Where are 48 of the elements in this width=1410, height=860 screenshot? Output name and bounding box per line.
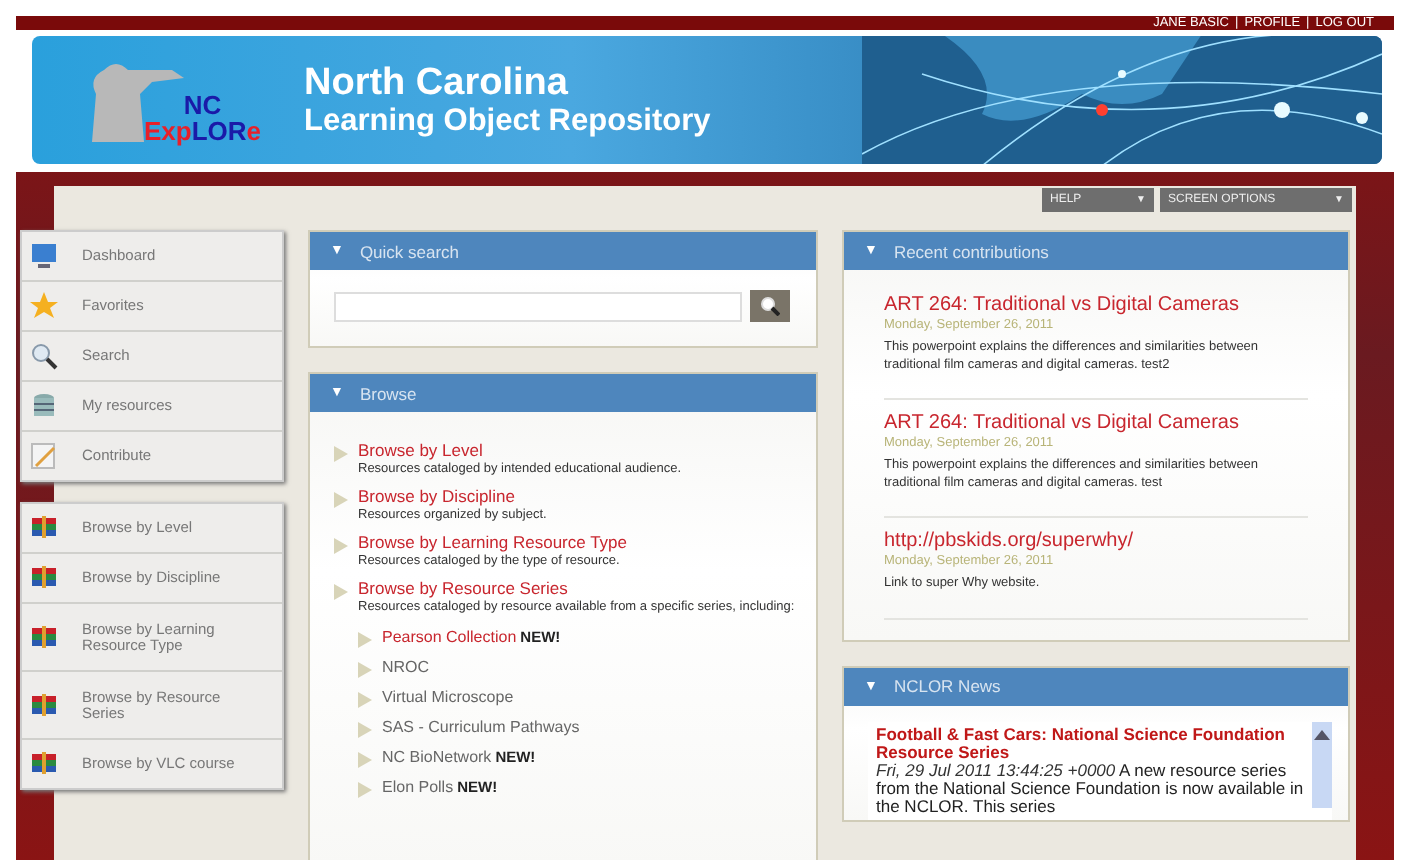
banner-title: North Carolina: [304, 61, 570, 103]
books-icon: [30, 750, 58, 778]
triangle-bullet-icon: [358, 691, 372, 707]
panel-title: NCLOR News: [893, 676, 1001, 696]
books-icon: [30, 514, 58, 542]
search-button[interactable]: [750, 290, 790, 322]
browse-link[interactable]: Browse by Learning Resource Type: [358, 532, 628, 554]
scroll-up-icon: [1314, 727, 1330, 739]
contribution-link[interactable]: http://pbskids.org/superwhy/: [884, 530, 1308, 554]
panel-title: Recent contributions: [893, 241, 1049, 261]
triangle-bullet-icon: [358, 631, 372, 647]
news-link[interactable]: Football & Fast Cars: National Science Foundation Resource Series: [876, 725, 1304, 761]
browse-link[interactable]: Browse by Resource Series: [358, 578, 795, 600]
logo-text: ExpLORe: [144, 118, 262, 144]
series-name: SAS - Curriculum Pathways: [382, 717, 580, 735]
search-icon: [30, 342, 58, 370]
scrollbar[interactable]: [1312, 721, 1332, 807]
books-icon: [30, 623, 58, 651]
series-name: Virtual Microscope: [382, 687, 514, 705]
triangle-bullet-icon: [334, 446, 348, 462]
series-name: Elon Polls: [382, 777, 454, 795]
pencil-icon: [30, 442, 58, 470]
triangle-bullet-icon: [334, 538, 348, 554]
star-icon: [30, 292, 58, 320]
contribution-link[interactable]: ART 264: Traditional vs Digital Cameras: [884, 294, 1308, 318]
books-icon: [30, 691, 58, 719]
triangle-bullet-icon: [358, 661, 372, 677]
search-field[interactable]: [334, 291, 742, 321]
banner-subtitle: Learning Object Repository: [304, 103, 711, 139]
panel-title: Browse: [359, 383, 417, 403]
triangle-bullet-icon: [334, 584, 348, 600]
triangle-bullet-icon: [358, 751, 372, 767]
series-name: NROC: [382, 657, 430, 675]
database-icon: [30, 392, 58, 420]
series-name: NC BioNetwork: [382, 747, 492, 765]
news-entry: Football & Fast Cars: National Science Foundation Resource Series Fri, 29 Jul 2011 13:44:25 +0000 A new resource series from the National Science Foundation is now available in the NCLOR. This series: [876, 725, 1304, 815]
series-link[interactable]: Pearson Collection: [382, 627, 517, 645]
contribution-link[interactable]: ART 264: Traditional vs Digital Cameras: [884, 412, 1308, 436]
browse-link[interactable]: Browse by Discipline: [358, 486, 547, 508]
search-icon: [760, 296, 780, 316]
panel-title: Quick search: [359, 241, 460, 261]
triangle-bullet-icon: [334, 492, 348, 508]
triangle-bullet-icon: [358, 721, 372, 737]
triangle-bullet-icon: [358, 781, 372, 797]
logo-text: NC: [181, 92, 224, 118]
browse-link[interactable]: Browse by Level: [358, 440, 682, 462]
books-icon: [30, 564, 58, 592]
monitor-icon: [30, 242, 58, 270]
